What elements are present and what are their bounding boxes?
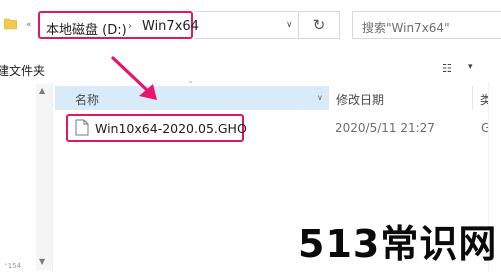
watermark-text: 513常识网 [298,222,498,266]
navigation-footer-text: ⁺154 [4,262,22,270]
scroll-up-icon[interactable]: ▲ [39,86,45,95]
refresh-icon: ↻ [312,16,326,34]
annotation-arrow-icon [111,56,157,100]
file-name[interactable]: Win10x64-2020.05.GHO [95,121,247,136]
navigation-scrollbar[interactable] [36,84,52,270]
view-dropdown-icon[interactable]: ▾ [468,62,473,72]
file-modified-date: 2020/5/11 21:27 [335,121,435,135]
search-placeholder: 搜索"Win7x64" [362,21,450,35]
breadcrumb-drive[interactable]: 本地磁盘 (D:) [46,19,127,38]
sort-arrow-icon: ⌃ [187,80,194,89]
breadcrumb-separator-icon[interactable]: › [128,21,132,32]
new-folder-button[interactable]: 建文件夹 [0,62,45,79]
view-options-icon[interactable]: ☷ [442,62,452,75]
column-divider[interactable] [328,86,329,110]
folder-icon [4,18,17,30]
address-overflow-icon[interactable]: « [26,20,31,30]
refresh-button[interactable]: ↻ [298,11,340,39]
file-icon [75,119,89,136]
scroll-down-icon[interactable]: ▼ [39,257,45,266]
column-filter-dropdown-icon[interactable]: ∨ [317,93,323,102]
column-divider[interactable] [472,86,473,110]
address-dropdown-icon[interactable]: ∨ [286,20,293,30]
breadcrumb-folder[interactable]: Win7x64 [142,19,199,34]
column-header-date[interactable]: 修改日期 [336,91,384,108]
command-bar [0,56,501,82]
column-header-name-label: 名称 [75,93,100,107]
address-field[interactable] [194,11,297,39]
